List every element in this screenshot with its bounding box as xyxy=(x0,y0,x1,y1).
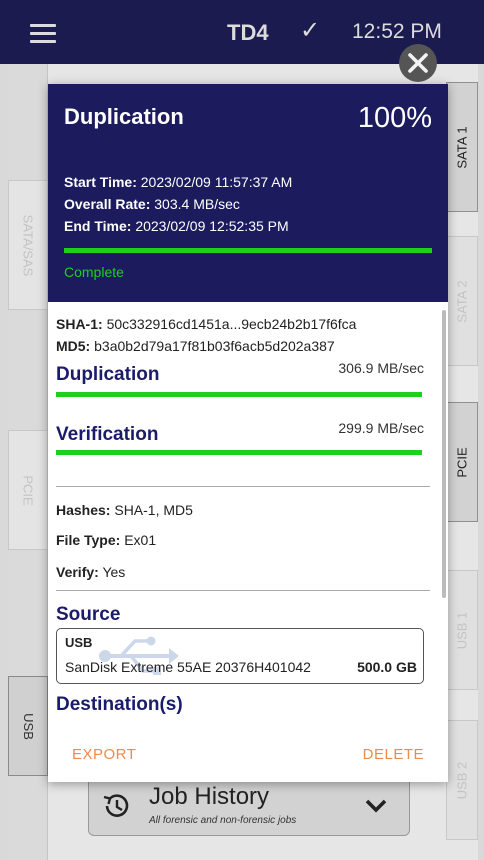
overall-rate-label: Overall Rate: xyxy=(64,196,151,212)
right-tab-pcie[interactable]: PCIE xyxy=(446,402,478,522)
divider xyxy=(56,590,430,591)
source-device-name: SanDisk Extreme 55AE 20376H401042 xyxy=(65,659,311,675)
sha1-value: 50c332916cd1451a...9ecb24b2b17f6fca xyxy=(106,316,357,332)
checkmark-icon: ✓ xyxy=(300,17,321,44)
left-tab-label: SATA/SAS xyxy=(20,214,36,276)
sha1-label: SHA-1: xyxy=(56,316,103,332)
status-text: Complete xyxy=(64,264,124,280)
right-tab-usb-1[interactable]: USB 1 xyxy=(446,570,478,690)
right-tab-label: SATA 2 xyxy=(454,279,470,323)
duplication-rate: 306.9 MB/sec xyxy=(338,360,424,376)
left-tab-label: PCIE xyxy=(20,474,36,506)
left-tab-label: USB xyxy=(20,712,36,740)
right-tab-label: PCIE xyxy=(454,446,470,478)
file-type-detail: File Type: Ex01 xyxy=(56,532,156,548)
duplication-details-dialog: Duplication 100% Start Time: 2023/02/09 … xyxy=(48,84,448,782)
source-title: Source xyxy=(56,604,121,625)
clock: 12:52 PM xyxy=(352,20,442,43)
right-tab-label: USB 1 xyxy=(454,611,470,649)
end-time-value: 2023/02/09 12:52:35 PM xyxy=(135,218,289,234)
divider xyxy=(56,486,430,487)
overall-rate-value: 303.4 MB/sec xyxy=(154,196,240,212)
right-tab-usb-2[interactable]: USB 2 xyxy=(446,720,478,840)
device-name: TD4 xyxy=(227,20,269,45)
right-tab-label: SATA 1 xyxy=(454,125,470,169)
verification-label: Verification xyxy=(56,424,159,445)
history-icon xyxy=(103,794,129,817)
left-tab-pcie[interactable]: PCIE xyxy=(8,430,48,550)
right-tab-sata-1[interactable]: SATA 1 xyxy=(446,82,478,212)
left-tab-sata-sas[interactable]: SATA/SAS xyxy=(8,180,48,310)
dialog-footer: EXPORT DELETE xyxy=(48,726,448,782)
chevron-down-icon xyxy=(365,799,387,813)
dialog-header: Duplication 100% Start Time: 2023/02/09 … xyxy=(48,84,448,302)
md5-value: b3a0b2d79a17f81b03f6acb5d202a387 xyxy=(94,338,335,354)
overall-progress-bar xyxy=(64,248,432,253)
export-button[interactable]: EXPORT xyxy=(72,746,136,763)
dialog-title: Duplication xyxy=(64,104,184,129)
close-button[interactable] xyxy=(399,44,437,82)
job-history-subtitle: All forensic and non-forensic jobs xyxy=(149,815,297,826)
start-time-value: 2023/02/09 11:57:37 AM xyxy=(140,174,293,190)
right-tab-label: USB 2 xyxy=(454,761,470,799)
sha1-hash: SHA-1: 50c332916cd1451a...9ecb24b2b17f6f… xyxy=(56,316,356,332)
close-icon xyxy=(408,53,428,73)
hashes-detail: Hashes: SHA-1, MD5 xyxy=(56,502,193,518)
hashes-value: SHA-1, MD5 xyxy=(114,502,193,518)
right-tab-sata-2[interactable]: SATA 2 xyxy=(446,236,478,366)
job-history-dropdown[interactable]: Job History All forensic and non-forensi… xyxy=(88,776,410,836)
file-type-value: Ex01 xyxy=(124,532,157,548)
start-time-label: Start Time: xyxy=(64,174,137,190)
end-time: End Time: 2023/02/09 12:52:35 PM xyxy=(64,218,289,234)
progress-percent: 100% xyxy=(357,102,432,134)
hashes-label: Hashes: xyxy=(56,502,111,518)
file-type-label: File Type: xyxy=(56,532,121,548)
duplication-label: Duplication xyxy=(56,364,160,385)
verify-label: Verify: xyxy=(56,564,99,580)
hamburger-menu-icon[interactable] xyxy=(30,24,56,43)
verify-detail: Verify: Yes xyxy=(56,564,125,580)
destinations-title: Destination(s) xyxy=(56,694,183,715)
delete-button[interactable]: DELETE xyxy=(363,746,424,763)
source-device-card: USB SanDisk Extreme 55AE 20376H401042 50… xyxy=(56,628,424,684)
duplication-progress-bar xyxy=(56,392,422,397)
overall-rate: Overall Rate: 303.4 MB/sec xyxy=(64,196,240,212)
end-time-label: End Time: xyxy=(64,218,132,234)
source-capacity: 500.0 GB xyxy=(357,659,417,675)
dialog-scrollbar[interactable] xyxy=(442,310,446,598)
md5-hash: MD5: b3a0b2d79a17f81b03f6acb5d202a387 xyxy=(56,338,335,354)
verify-value: Yes xyxy=(102,564,126,580)
md5-label: MD5: xyxy=(56,338,91,354)
left-tab-usb[interactable]: USB xyxy=(8,676,48,776)
job-history-title: Job History xyxy=(149,783,270,810)
verification-progress-bar xyxy=(56,450,422,455)
source-type: USB xyxy=(65,635,93,650)
verification-rate: 299.9 MB/sec xyxy=(338,420,424,436)
start-time: Start Time: 2023/02/09 11:57:37 AM xyxy=(64,174,292,190)
